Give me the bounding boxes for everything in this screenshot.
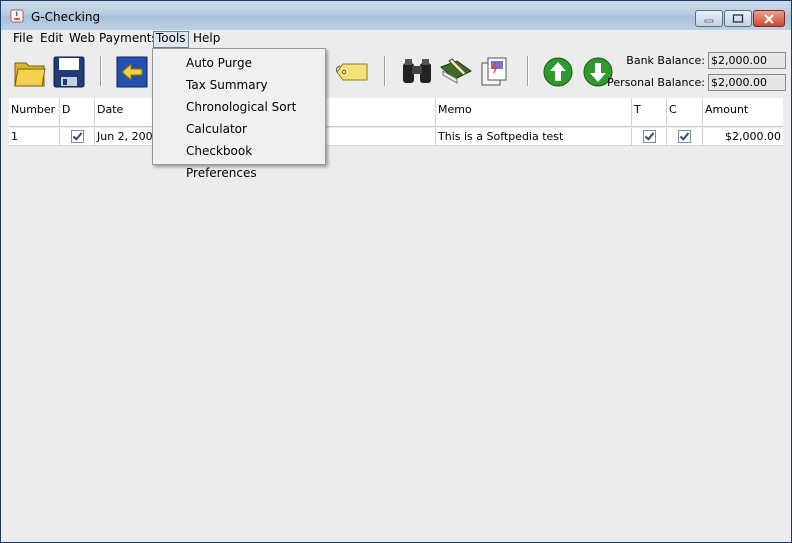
personal-balance-field: $2,000.00 bbox=[708, 74, 786, 91]
move-up-button[interactable] bbox=[539, 53, 577, 91]
binoculars-icon bbox=[403, 59, 431, 83]
cell-amount[interactable]: $2,000.00 bbox=[703, 128, 783, 145]
table-row[interactable]: 1 Jun 2, 2009 This is a Softpedia test $… bbox=[9, 128, 783, 146]
toolbar: Bank Balance: $2,000.00 Personal Balance… bbox=[1, 48, 791, 96]
bank-balance-field: $2,000.00 bbox=[708, 52, 786, 69]
documents-icon bbox=[481, 57, 507, 86]
column-header-memo[interactable]: Memo bbox=[436, 98, 632, 126]
arrow-left-icon bbox=[116, 56, 148, 88]
menu-item-checkbook-preferences[interactable]: Checkbook Preferences bbox=[153, 140, 325, 180]
column-header-amount[interactable]: Amount bbox=[703, 98, 783, 126]
cell-d[interactable] bbox=[60, 128, 95, 145]
menu-file[interactable]: File bbox=[11, 31, 35, 46]
minimize-button[interactable] bbox=[695, 10, 723, 27]
transactions-table: Number D Date Memo T C Amount 1 Jun 2, 2… bbox=[9, 98, 783, 536]
menu-edit[interactable]: Edit bbox=[38, 31, 65, 46]
menu-bar: File Edit Web Payments Tools Help bbox=[1, 30, 791, 48]
toolbar-separator bbox=[384, 56, 386, 86]
close-icon bbox=[764, 13, 774, 24]
menu-item-chronological-sort[interactable]: Chronological Sort bbox=[153, 96, 325, 118]
menu-web-payments[interactable]: Web Payments bbox=[67, 31, 160, 46]
tag-button[interactable] bbox=[334, 53, 372, 91]
maximize-icon bbox=[732, 14, 744, 23]
menu-item-calculator[interactable]: Calculator bbox=[153, 118, 325, 140]
find-button[interactable] bbox=[398, 53, 436, 91]
column-header-t[interactable]: T bbox=[632, 98, 667, 126]
menu-item-auto-purge[interactable]: Auto Purge bbox=[153, 52, 325, 74]
toolbar-separator bbox=[100, 56, 102, 86]
write-check-button[interactable] bbox=[437, 53, 475, 91]
deposit-checkbox[interactable] bbox=[70, 129, 84, 143]
bank-balance-label: Bank Balance: bbox=[626, 54, 705, 67]
cell-number[interactable]: 1 bbox=[9, 128, 60, 145]
save-button[interactable] bbox=[50, 53, 88, 91]
open-button[interactable] bbox=[11, 53, 49, 91]
window-title: G-Checking bbox=[31, 10, 101, 24]
tools-dropdown-menu: Auto Purge Tax Summary Chronological Sor… bbox=[152, 48, 326, 180]
toolbar-separator bbox=[527, 56, 529, 86]
minimize-icon bbox=[704, 19, 714, 22]
java-app-icon bbox=[10, 9, 24, 23]
menu-item-tax-summary[interactable]: Tax Summary bbox=[153, 74, 325, 96]
cell-memo[interactable]: This is a Softpedia test bbox=[436, 128, 632, 145]
open-folder-icon bbox=[14, 62, 46, 87]
book-pen-icon bbox=[440, 58, 472, 84]
column-header-c[interactable]: C bbox=[667, 98, 703, 126]
app-window: G-Checking File Edit Web Payments Tools … bbox=[0, 0, 792, 543]
close-button[interactable] bbox=[753, 10, 785, 27]
tax-checkbox[interactable] bbox=[642, 129, 656, 143]
title-bar[interactable]: G-Checking bbox=[1, 1, 791, 31]
print-checks-button[interactable] bbox=[476, 53, 514, 91]
back-button[interactable] bbox=[113, 53, 151, 91]
cell-t[interactable] bbox=[632, 128, 667, 145]
cleared-checkbox[interactable] bbox=[678, 129, 691, 143]
maximize-button[interactable] bbox=[724, 10, 752, 27]
arrow-up-circle-icon bbox=[543, 57, 573, 87]
floppy-disk-icon bbox=[53, 56, 85, 88]
menu-tools[interactable]: Tools bbox=[153, 31, 189, 48]
personal-balance-label: Personal Balance: bbox=[607, 76, 705, 89]
cell-c[interactable] bbox=[667, 128, 703, 145]
menu-help[interactable]: Help bbox=[191, 31, 222, 46]
table-header: Number D Date Memo T C Amount bbox=[9, 98, 783, 127]
column-header-d[interactable]: D bbox=[60, 98, 95, 126]
price-tag-icon bbox=[335, 63, 368, 81]
column-header-number[interactable]: Number bbox=[9, 98, 60, 126]
